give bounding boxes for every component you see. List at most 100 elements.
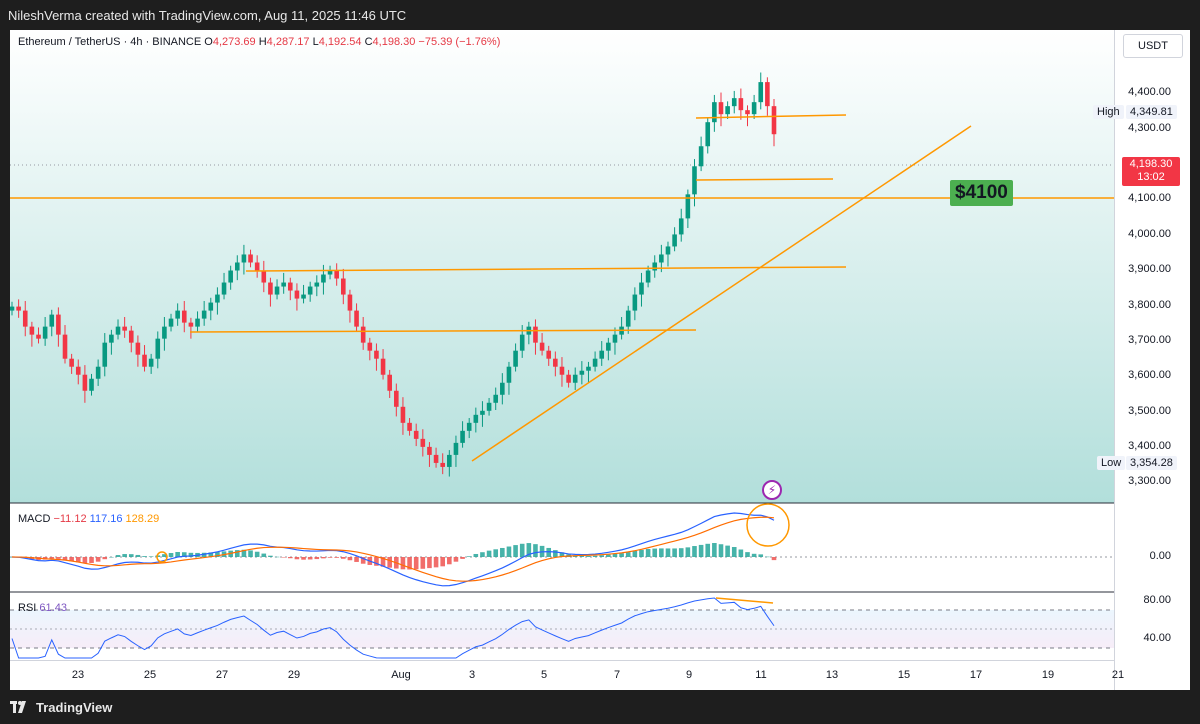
candle-body[interactable] (301, 294, 306, 299)
candle-body[interactable] (234, 262, 240, 271)
time-axis[interactable]: 23 25 27 29 Aug 3 5 7 9 11 13 15 17 19 2… (10, 660, 1124, 690)
candle-body[interactable] (718, 102, 724, 115)
candle-body[interactable] (566, 374, 571, 383)
candle-body[interactable] (480, 410, 485, 415)
candle-body[interactable] (758, 82, 764, 103)
candle-body[interactable] (261, 270, 267, 283)
candle-body[interactable] (56, 314, 61, 335)
range-bottom-line[interactable] (695, 178, 834, 181)
candle-body[interactable] (771, 106, 777, 135)
candle-body[interactable] (128, 330, 134, 343)
candle-body[interactable] (82, 374, 88, 391)
candle-body[interactable] (16, 306, 21, 311)
candle-body[interactable] (122, 326, 127, 331)
candle-body[interactable] (559, 366, 565, 375)
candle-body[interactable] (248, 254, 253, 263)
candle-body[interactable] (188, 322, 194, 327)
candle-body[interactable] (586, 366, 591, 371)
candle-body[interactable] (407, 422, 412, 431)
candle-body[interactable] (413, 430, 419, 439)
candle-body[interactable] (519, 334, 525, 351)
candle-body[interactable] (639, 282, 644, 295)
price-chart[interactable] (10, 30, 1190, 690)
candle-body[interactable] (374, 350, 379, 359)
candle-body[interactable] (659, 254, 664, 263)
candle-body[interactable] (473, 414, 479, 423)
candle-body[interactable] (380, 358, 386, 375)
candle-body[interactable] (500, 382, 505, 395)
price-note-4100[interactable]: $4100 (950, 180, 1013, 206)
candle-body[interactable] (155, 338, 161, 359)
candle-body[interactable] (215, 294, 220, 303)
candle-body[interactable] (725, 106, 730, 115)
candle-body[interactable] (592, 358, 598, 367)
candle-body[interactable] (321, 274, 326, 283)
candle-body[interactable] (493, 394, 499, 403)
candle-body[interactable] (109, 334, 114, 343)
lightning-bolt-icon[interactable]: ⚡ (762, 480, 782, 500)
candle-body[interactable] (447, 454, 452, 467)
candle-body[interactable] (341, 278, 346, 295)
candle-body[interactable] (579, 370, 585, 375)
candle-body[interactable] (42, 326, 48, 339)
candle-body[interactable] (612, 334, 618, 343)
candle-body[interactable] (354, 310, 359, 327)
candle-body[interactable] (294, 290, 300, 299)
macd-label[interactable]: MACD (18, 513, 50, 525)
candle-body[interactable] (168, 318, 174, 327)
chart-frame[interactable]: Ethereum / TetherUS · 4h · BINANCE O4,27… (10, 30, 1190, 690)
candle-body[interactable] (22, 310, 28, 327)
candle-body[interactable] (705, 122, 711, 147)
candle-body[interactable] (652, 262, 658, 271)
candle-body[interactable] (466, 422, 472, 431)
candle-body[interactable] (287, 282, 293, 291)
candle-body[interactable] (539, 342, 545, 351)
candle-body[interactable] (201, 310, 207, 319)
candle-body[interactable] (195, 318, 200, 327)
candle-body[interactable] (162, 326, 167, 339)
candle-body[interactable] (75, 366, 81, 375)
candle-body[interactable] (142, 354, 147, 367)
candle-body[interactable] (645, 270, 651, 283)
candle-body[interactable] (367, 342, 373, 351)
candle-body[interactable] (281, 282, 286, 287)
candle-body[interactable] (102, 342, 108, 367)
candle-body[interactable] (427, 446, 432, 455)
candle-body[interactable] (751, 102, 757, 115)
candle-body[interactable] (738, 98, 744, 111)
candle-body[interactable] (420, 438, 426, 447)
candle-body[interactable] (69, 358, 74, 367)
candle-body[interactable] (347, 294, 353, 311)
candle-body[interactable] (221, 282, 227, 295)
candle-body[interactable] (533, 326, 538, 343)
candle-body[interactable] (394, 390, 399, 407)
candle-body[interactable] (486, 402, 492, 411)
candle-body[interactable] (360, 326, 366, 343)
candle-body[interactable] (29, 326, 35, 335)
candle-body[interactable] (599, 350, 605, 359)
candle-body[interactable] (440, 462, 445, 467)
candle-body[interactable] (36, 334, 41, 339)
candle-body[interactable] (274, 286, 280, 295)
candle-body[interactable] (606, 342, 611, 351)
candle-body[interactable] (95, 366, 101, 379)
candle-body[interactable] (672, 234, 677, 247)
candle-body[interactable] (572, 374, 578, 383)
candle-body[interactable] (62, 334, 68, 359)
candle-body[interactable] (460, 430, 465, 443)
symbol-name[interactable]: Ethereum / TetherUS · 4h · BINANCE (18, 36, 201, 48)
currency-selector[interactable]: USDT (1123, 34, 1183, 58)
candle-body[interactable] (10, 306, 15, 311)
candle-body[interactable] (632, 294, 638, 311)
candle-body[interactable] (698, 146, 704, 167)
candle-body[interactable] (268, 282, 273, 295)
candle-body[interactable] (625, 310, 631, 327)
candle-body[interactable] (254, 262, 260, 271)
candle-body[interactable] (387, 374, 392, 391)
candle-body[interactable] (433, 454, 439, 463)
candle-body[interactable] (135, 342, 141, 355)
candle-body[interactable] (241, 254, 247, 263)
candle-body[interactable] (765, 82, 770, 107)
rsi-label[interactable]: RSI (18, 602, 36, 614)
candle-body[interactable] (307, 286, 313, 295)
